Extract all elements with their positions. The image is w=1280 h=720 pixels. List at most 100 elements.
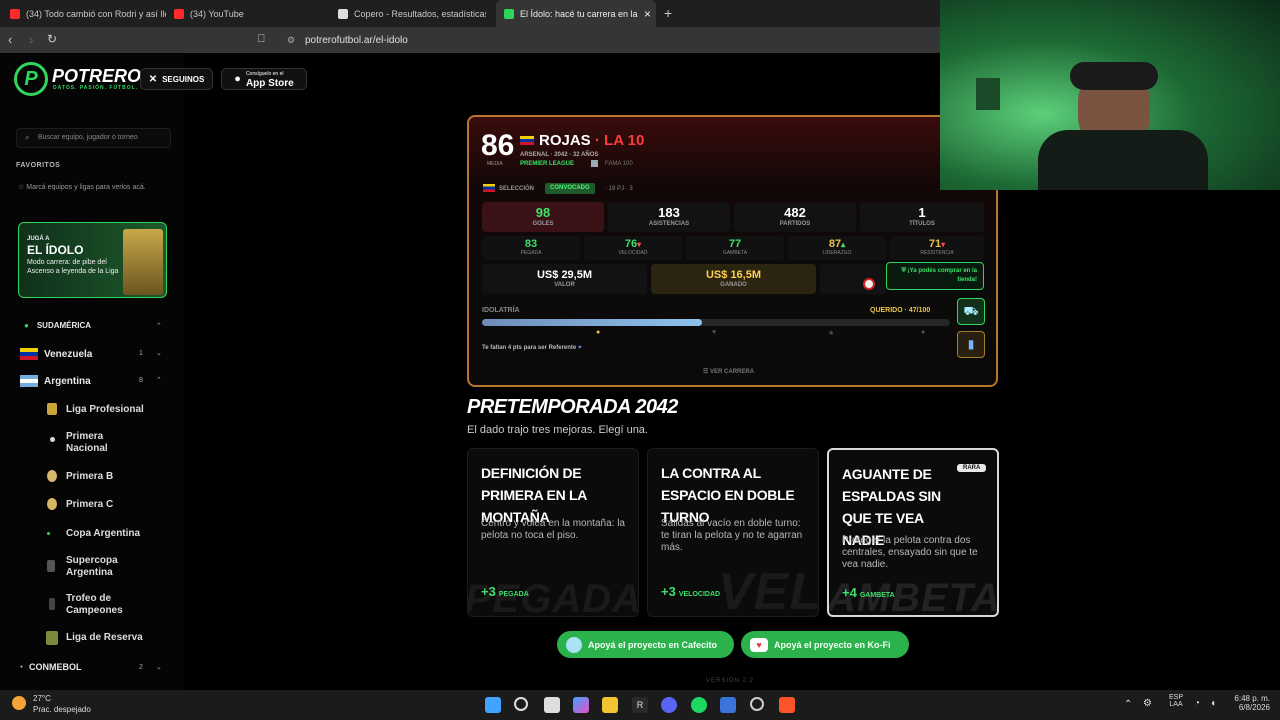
language-indicator[interactable]: ESP LAA [1169, 694, 1183, 708]
apple-icon: ● [234, 73, 241, 85]
search-icon: ⌕ [25, 133, 30, 142]
stat-matches: 482 PARTIDOS [734, 202, 856, 232]
sidebar-item-conmebol[interactable]: ● CONMEBOL [20, 662, 82, 672]
conmebol-icon: ● [20, 664, 24, 670]
favorites-heading: FAVORITOS [16, 162, 61, 169]
money-earned: US$ 16,5M GANADO [651, 264, 816, 294]
chevron-down-icon[interactable]: ⌄ [156, 349, 162, 357]
bookmark-icon[interactable]: ⎕ [258, 33, 265, 46]
back-icon[interactable]: ‹ [8, 33, 12, 46]
taskbar: 27°C Prac. despejado R ⌃ ⚙ ESP LAA ◔ ◖ 6:… [0, 690, 1280, 720]
kofi-button[interactable]: ♥ Apoyá el proyecto en Ko-Fi [741, 631, 909, 658]
chevron-up-icon[interactable]: ⌃ [1124, 699, 1132, 710]
sidebar-league[interactable]: Liga Profesional [66, 404, 144, 416]
shop-tooltip[interactable]: ⛨ ¡Ya podés comprar en la tienda! [886, 262, 984, 290]
browser-tab-active[interactable]: El Ídolo: hacé tu carrera en la Lig× [496, 0, 656, 27]
x-icon: ✕ [148, 73, 158, 85]
app-store-button[interactable]: ● Consíguelo en el App Store [221, 68, 307, 90]
training-option[interactable]: VEL La contra al espacio en doble turno … [647, 448, 819, 617]
idolatry-bar [482, 319, 950, 326]
sidebar-league[interactable]: Primera B [66, 471, 113, 483]
reload-icon[interactable]: ↻ [47, 33, 57, 46]
cart-icon: ⛟ [963, 304, 979, 318]
browser-tab[interactable]: Copero - Resultados, estadísticas, ani [334, 0, 486, 27]
list-icon: ☰ [703, 369, 711, 375]
network-icon[interactable]: ⚙ [1143, 698, 1152, 709]
cafecito-button[interactable]: Apoyá el proyecto en Cafecito [557, 631, 734, 658]
forward-icon[interactable]: › [29, 33, 33, 46]
attr-resistencia: 71▾ RESISTENCIA [890, 236, 984, 260]
inventory-button[interactable]: ▮ [957, 331, 985, 358]
volume-icon[interactable]: ◖ [1210, 698, 1216, 709]
wifi-icon[interactable]: ◔ [1194, 698, 1200, 709]
weather-icon [12, 696, 26, 710]
supercopa-icon [47, 560, 55, 572]
promo-card[interactable]: JUGÁ A EL ÍDOLO Modo carrera: de pibe de… [18, 222, 167, 298]
follow-button[interactable]: ✕ SEGUINOS [140, 68, 213, 90]
league-icon [591, 160, 598, 167]
attr-gambeta: 77 GAMBETA [686, 236, 784, 260]
sidebar-league[interactable]: Primera C [66, 499, 113, 511]
spotify-icon[interactable] [691, 697, 707, 713]
chevron-down-icon[interactable]: ⌄ [156, 663, 162, 671]
liga-reserva-icon [46, 631, 58, 645]
store-icon[interactable] [720, 697, 736, 713]
chevron-up-icon[interactable]: ⌃ [156, 376, 162, 384]
primera-c-icon [47, 498, 57, 510]
career-link[interactable]: ☰ VER CARRERA [703, 368, 754, 375]
rare-badge: RARA [957, 464, 987, 472]
training-option[interactable]: PEGADA Definición de primera en la monta… [467, 448, 639, 617]
venezuela-flag-icon [520, 136, 534, 145]
sidebar-league[interactable]: Trofeo de Campeones [66, 593, 146, 617]
pin-icon: ● [24, 321, 29, 330]
store-button[interactable]: ⛟ [957, 298, 985, 325]
search-icon[interactable] [514, 697, 528, 711]
venezuela-flag-icon [483, 184, 495, 192]
start-icon[interactable] [485, 697, 501, 713]
sidebar-league[interactable]: Primera Nacional [66, 431, 146, 455]
player-club-line: ARSENAL · 2042 · 32 AÑOS [520, 152, 599, 158]
browser-tab[interactable]: (34) YouTube [170, 0, 330, 27]
primera-nacional-icon [50, 437, 55, 442]
brave-icon[interactable] [779, 697, 795, 713]
favorites-hint: ☆ Marcá equipos y ligas para verlos acá. [18, 184, 146, 191]
preseason-title: PRETEMPORADA 2042 [467, 396, 678, 418]
sidebar-item-venezuela[interactable]: Venezuela [20, 348, 92, 360]
copero-icon [338, 8, 348, 19]
discord-icon[interactable] [661, 697, 677, 713]
potrero-icon [504, 8, 514, 19]
site-info-icon[interactable]: ⚙ [287, 35, 295, 46]
selection-status-badge: CONVOCADO [545, 183, 595, 194]
player-fame: FAMA 100 [605, 161, 633, 167]
copilot-icon[interactable] [573, 697, 589, 713]
chevron-up-icon[interactable]: ⌃ [156, 322, 162, 330]
heart-icon: ♥ [577, 345, 582, 351]
sidebar-league[interactable]: Copa Argentina [66, 528, 140, 540]
stat-titles: 1 TÍTULOS [860, 202, 984, 232]
youtube-icon [10, 8, 20, 19]
file-explorer-icon[interactable] [602, 697, 618, 713]
app-icon[interactable]: R [632, 697, 648, 713]
milestone-icon: ♥ [712, 329, 717, 336]
potrero-logo-icon[interactable]: P [14, 62, 48, 96]
new-tab-button[interactable]: + [664, 5, 672, 21]
sidebar-item-argentina[interactable]: Argentina [20, 375, 91, 387]
sidebar-league[interactable]: Supercopa Argentina [66, 555, 146, 579]
search-input[interactable]: ⌕ Buscar equipo, jugador o torneo [16, 128, 171, 148]
brand-name[interactable]: POTRERO [52, 66, 141, 87]
close-tab-icon[interactable]: × [644, 7, 651, 21]
player-nickname: LA 10 [604, 132, 645, 149]
milestone-icon: ★ [828, 330, 835, 337]
bag-icon: ▮ [967, 337, 975, 351]
task-view-icon[interactable] [544, 697, 560, 713]
player-rating: 86 [481, 129, 515, 162]
url-bar[interactable]: potrerofutbol.ar/el-idolo [305, 35, 408, 46]
clock[interactable]: 6:48 p. m. 6/8/2026 [1226, 694, 1270, 712]
youtube-icon [174, 8, 184, 19]
region-sudamerica[interactable]: ● SUDAMÉRICA [24, 321, 91, 330]
browser-tab[interactable]: (34) Todo cambió con Rodri y así lleg [6, 0, 166, 27]
training-option-rare[interactable]: GAMBETA Aguante de espaldas sin que te v… [827, 448, 999, 617]
sidebar-league[interactable]: Liga de Reserva [66, 632, 143, 644]
preseason-subtitle: El dado trajo tres mejoras. Elegí una. [467, 424, 648, 436]
settings-icon[interactable] [750, 697, 764, 711]
